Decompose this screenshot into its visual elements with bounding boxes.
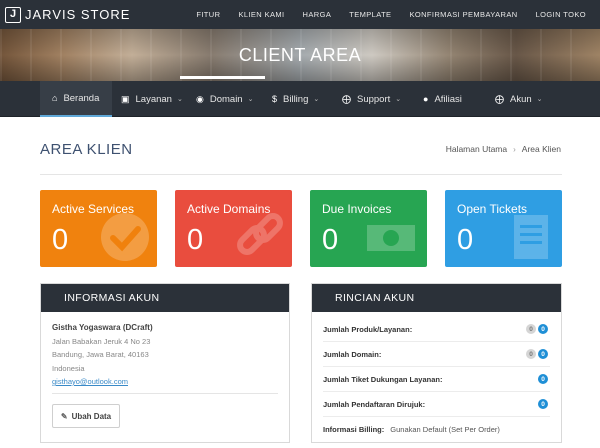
brand-name: JARVIS STORE xyxy=(25,7,131,22)
nav-support[interactable]: ⨁ Support ⌄ xyxy=(342,81,401,117)
panel-informasi-akun: INFORMASI AKUN Gistha Yogaswara (DCraft)… xyxy=(40,283,290,443)
nav-beranda-label: Beranda xyxy=(63,92,100,104)
nav-layanan[interactable]: ▣ Layanan ⌄ xyxy=(121,81,183,117)
nav-layanan-label: Layanan xyxy=(135,93,172,105)
nav-afiliasi-label: Afiliasi xyxy=(434,93,462,105)
breadcrumb: Halaman Utama › Area Klien xyxy=(446,144,561,154)
detail-row-tiket: Jumlah Tiket Dukungan Layanan: 0 xyxy=(323,367,550,392)
detail-badges: 0 0 xyxy=(524,324,548,334)
home-icon: ⌂ xyxy=(52,93,58,103)
hero-title: CLIENT AREA xyxy=(238,45,362,65)
detail-badges: 0 0 xyxy=(524,349,548,359)
detail-row-produk: Jumlah Produk/Layanan: 0 0 xyxy=(323,317,550,342)
top-nav-klien-kami[interactable]: KLIEN KAMI xyxy=(238,10,284,19)
top-bar: J JARVIS STORE FITUR KLIEN KAMI HARGA TE… xyxy=(0,0,600,29)
link-icon xyxy=(237,213,283,255)
detail-label: Jumlah Domain: xyxy=(323,349,382,359)
count-badge: 0 xyxy=(538,399,548,409)
billing-label: Informasi Billing: xyxy=(323,425,385,434)
chevron-down-icon: ⌄ xyxy=(313,96,320,103)
top-nav-harga[interactable]: HARGA xyxy=(303,10,332,19)
chevron-down-icon: ⌄ xyxy=(395,96,402,103)
hero-banner: CLIENT AREA xyxy=(0,29,600,81)
detail-label: Jumlah Produk/Layanan: xyxy=(323,324,413,334)
tile-count: 0 xyxy=(187,224,204,256)
nav-akun[interactable]: ⨁ Akun ⌄ xyxy=(495,81,543,117)
top-nav-fitur[interactable]: FITUR xyxy=(196,10,220,19)
account-address-line2: Bandung, Jawa Barat, 40163 xyxy=(52,350,149,359)
brand-logo[interactable]: J JARVIS STORE xyxy=(5,6,131,23)
check-icon xyxy=(101,213,149,261)
count-badge: 0 xyxy=(538,374,548,384)
detail-label: Jumlah Tiket Dukungan Layanan: xyxy=(323,374,443,384)
top-nav-konfirmasi-pembayaran[interactable]: KONFIRMASI PEMBAYARAN xyxy=(409,10,517,19)
account-country: Indonesia xyxy=(52,364,85,373)
nav-beranda[interactable]: ⌂ Beranda xyxy=(40,81,112,117)
nav-afiliasi[interactable]: ● Afiliasi xyxy=(423,81,462,117)
tile-count: 0 xyxy=(457,224,474,256)
panel-title: INFORMASI AKUN xyxy=(41,284,289,312)
breadcrumb-home[interactable]: Halaman Utama xyxy=(446,144,507,154)
chevron-down-icon: ⌄ xyxy=(247,96,254,103)
account-address-line1: Jalan Babakan Jeruk 4 No 23 xyxy=(52,337,151,346)
count-badge: 0 xyxy=(526,324,536,334)
ticket-icon xyxy=(514,215,548,259)
hero-underline xyxy=(180,76,265,79)
user-icon: ● xyxy=(423,94,429,104)
tile-active-services[interactable]: Active Services 0 xyxy=(40,190,157,267)
content-area: AREA KLIEN Halaman Utama › Area Klien Ac… xyxy=(0,117,600,448)
detail-row-domain: Jumlah Domain: 0 0 xyxy=(323,342,550,367)
chevron-down-icon: ⌄ xyxy=(536,96,543,103)
chevron-down-icon: ⌄ xyxy=(176,96,183,103)
nav-billing[interactable]: $ Billing ⌄ xyxy=(272,81,319,117)
brand-mark-icon: J xyxy=(5,6,21,23)
panel-title: RINCIAN AKUN xyxy=(312,284,561,312)
detail-label: Jumlah Pendaftaran Dirujuk: xyxy=(323,399,426,409)
nav-billing-label: Billing xyxy=(283,93,309,105)
nav-domain[interactable]: ◉ Domain ⌄ xyxy=(196,81,253,117)
divider xyxy=(52,393,278,394)
dollar-icon: $ xyxy=(272,94,278,104)
billing-value: Gunakan Default (Set Per Order) xyxy=(390,425,500,434)
money-icon xyxy=(367,225,415,251)
main-nav: ⌂ Beranda ▣ Layanan ⌄ ◉ Domain ⌄ $ Billi… xyxy=(0,81,600,117)
pencil-icon: ✎ xyxy=(60,411,68,421)
globe-icon: ◉ xyxy=(196,93,204,104)
edit-account-button[interactable]: ✎ Ubah Data xyxy=(52,404,120,428)
nav-akun-label: Akun xyxy=(510,93,532,105)
detail-row-billing: Informasi Billing: Gunakan Default (Set … xyxy=(323,417,550,442)
chevron-right-icon: › xyxy=(513,144,516,154)
tile-count: 0 xyxy=(52,224,69,256)
account-icon: ⨁ xyxy=(495,93,504,104)
lifebuoy-icon: ⨁ xyxy=(342,93,351,104)
breadcrumb-current: Area Klien xyxy=(521,144,561,154)
top-nav-template[interactable]: TEMPLATE xyxy=(349,10,391,19)
top-nav-login-toko[interactable]: LOGIN TOKO xyxy=(536,10,586,19)
divider xyxy=(40,174,562,175)
detail-badges: 0 xyxy=(536,374,548,384)
tile-active-domains[interactable]: Active Domains 0 xyxy=(175,190,292,267)
tile-due-invoices[interactable]: Due Invoices 0 xyxy=(310,190,427,267)
tile-count: 0 xyxy=(322,224,339,256)
count-badge: 0 xyxy=(538,349,548,359)
nav-support-label: Support xyxy=(357,93,391,105)
account-email-link[interactable]: gisthayo@outlook.com xyxy=(52,377,128,386)
tile-open-tickets[interactable]: Open Tickets 0 xyxy=(445,190,562,267)
cube-icon: ▣ xyxy=(121,93,130,104)
detail-badges: 0 xyxy=(536,399,548,409)
top-nav: FITUR KLIEN KAMI HARGA TEMPLATE KONFIRMA… xyxy=(178,0,586,29)
nav-domain-label: Domain xyxy=(209,93,243,105)
account-name: Gistha Yogaswara (DCraft) xyxy=(52,323,153,332)
panel-rincian-akun: RINCIAN AKUN Jumlah Produk/Layanan: 0 0 … xyxy=(311,283,562,443)
edit-account-button-label: Ubah Data xyxy=(71,411,112,421)
detail-row-pendaftaran: Jumlah Pendaftaran Dirujuk: 0 xyxy=(323,392,550,417)
count-badge: 0 xyxy=(526,349,536,359)
page-title: AREA KLIEN xyxy=(40,141,133,158)
count-badge: 0 xyxy=(538,324,548,334)
